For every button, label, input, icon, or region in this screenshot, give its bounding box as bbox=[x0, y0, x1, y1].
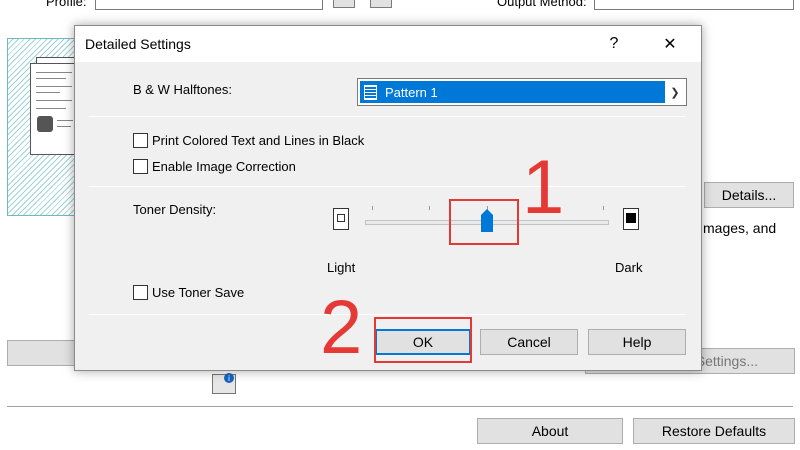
chevron-down-icon[interactable]: ❯ bbox=[664, 79, 686, 105]
light-density-icon bbox=[333, 208, 349, 230]
halftones-selected-option: Pattern 1 bbox=[360, 81, 665, 103]
light-label: Light bbox=[327, 260, 356, 275]
enable-image-correction-option[interactable]: Enable Image Correction bbox=[133, 159, 296, 174]
profile-label: Profile: bbox=[46, 0, 87, 9]
help-button[interactable]: Help bbox=[588, 329, 686, 355]
step1-number: 1 bbox=[522, 145, 565, 230]
description-text: mages, and bbox=[703, 220, 777, 236]
use-toner-save-label: Use Toner Save bbox=[152, 285, 245, 300]
profile-edit-button[interactable] bbox=[333, 0, 355, 8]
slider-tick bbox=[429, 206, 430, 210]
step1-highlight-box bbox=[449, 199, 519, 245]
use-toner-save-checkbox[interactable] bbox=[133, 285, 148, 300]
dark-label: Dark bbox=[615, 260, 643, 275]
output-method-select[interactable] bbox=[594, 0, 794, 10]
dark-density-icon bbox=[623, 208, 639, 230]
halftones-label: B & W Halftones: bbox=[133, 82, 232, 97]
printer-info-icon[interactable]: i bbox=[212, 373, 236, 394]
left-hidden-button[interactable] bbox=[7, 340, 77, 366]
halftones-value: Pattern 1 bbox=[385, 84, 438, 100]
slider-tick bbox=[603, 206, 604, 210]
print-colored-text-option[interactable]: Print Colored Text and Lines in Black bbox=[133, 133, 364, 148]
cancel-button[interactable]: Cancel bbox=[480, 329, 578, 355]
help-icon[interactable]: ? bbox=[599, 32, 629, 56]
restore-defaults-button[interactable]: Restore Defaults bbox=[633, 418, 795, 444]
slider-tick bbox=[372, 206, 373, 210]
step2-highlight-box bbox=[374, 317, 472, 363]
preview-front-page bbox=[30, 63, 78, 155]
separator bbox=[89, 186, 685, 187]
output-method-label: Output Method: bbox=[497, 0, 587, 9]
about-button[interactable]: About bbox=[477, 418, 623, 444]
details-button[interactable]: Details... bbox=[704, 182, 794, 208]
step2-number: 2 bbox=[320, 285, 363, 370]
pattern-icon bbox=[364, 84, 377, 100]
enable-image-correction-label: Enable Image Correction bbox=[152, 159, 296, 174]
separator bbox=[89, 116, 685, 117]
use-toner-save-option[interactable]: Use Toner Save bbox=[133, 285, 244, 300]
toner-density-label: Toner Density: bbox=[133, 202, 217, 217]
dialog-title: Detailed Settings bbox=[85, 36, 191, 52]
close-icon[interactable]: ✕ bbox=[655, 32, 685, 56]
halftones-select[interactable]: Pattern 1 ❯ bbox=[357, 78, 687, 106]
footer-divider bbox=[7, 406, 793, 407]
enable-image-correction-checkbox[interactable] bbox=[133, 159, 148, 174]
separator bbox=[89, 314, 685, 315]
profile-select[interactable] bbox=[95, 0, 323, 10]
preview-image-icon bbox=[37, 116, 53, 132]
dialog-titlebar: Detailed Settings ? ✕ bbox=[75, 26, 701, 62]
profile-save-button[interactable] bbox=[370, 0, 392, 8]
print-colored-text-label: Print Colored Text and Lines in Black bbox=[152, 133, 365, 148]
print-colored-text-checkbox[interactable] bbox=[133, 133, 148, 148]
